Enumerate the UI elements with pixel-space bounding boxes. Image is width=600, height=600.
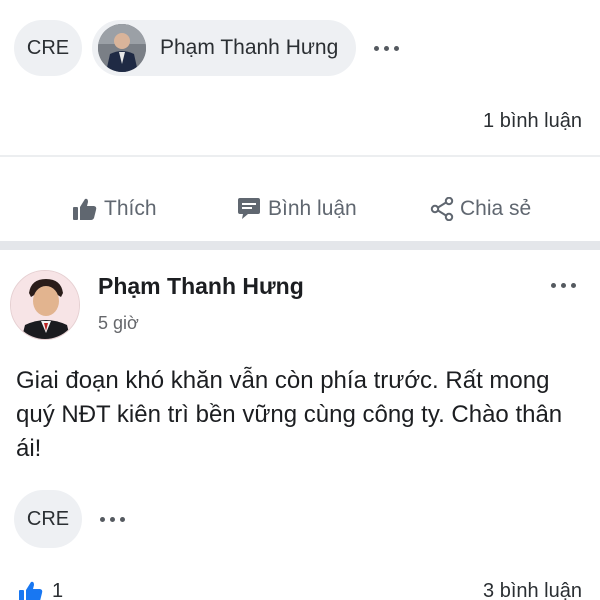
like-count: 1 <box>52 580 64 600</box>
comment-count[interactable]: 1 bình luận <box>483 110 582 133</box>
share-label: Chia sẻ <box>460 197 532 220</box>
user-tag-name: Phạm Thanh Hưng <box>160 36 339 59</box>
comment-button[interactable]: Bình luận <box>236 197 357 221</box>
post-body: Giai đoạn khó khăn vẫn còn phía trước. R… <box>16 367 563 462</box>
post-tag-more-icon[interactable] <box>100 516 125 522</box>
post-tag-label: CRE <box>26 507 70 530</box>
reaction-summary[interactable]: 1 <box>18 580 63 600</box>
comment-label: Bình luận <box>268 197 357 220</box>
reply-count[interactable]: 3 bình luận <box>483 580 582 600</box>
action-bar: Thích Bình luận Chia sẻ <box>0 190 600 228</box>
tag-row: CRE Phạm Thanh Hưng <box>14 20 400 76</box>
share-icon <box>430 197 454 221</box>
user-tag[interactable]: Phạm Thanh Hưng <box>92 20 357 76</box>
like-reaction-icon <box>19 581 43 600</box>
like-button[interactable]: Thích <box>72 197 157 221</box>
share-button[interactable]: Chia sẻ <box>430 197 531 221</box>
author-avatar[interactable] <box>10 270 80 340</box>
post-tag-cre[interactable]: CRE <box>14 490 82 548</box>
divider <box>0 155 600 157</box>
post-timestamp[interactable]: 5 giờ <box>98 313 139 334</box>
page-tag-label: CRE <box>26 36 70 59</box>
author-name[interactable]: Phạm Thanh Hưng <box>98 273 304 300</box>
comment-icon <box>238 198 260 219</box>
like-label: Thích <box>104 197 157 220</box>
post-tag-row: CRE <box>14 490 125 548</box>
avatar <box>98 24 146 72</box>
section-divider <box>0 241 600 250</box>
thumbs-up-icon <box>73 198 97 220</box>
post-more-icon[interactable] <box>551 283 576 288</box>
more-options-icon[interactable] <box>374 45 400 51</box>
page-tag-cre[interactable]: CRE <box>14 20 82 76</box>
